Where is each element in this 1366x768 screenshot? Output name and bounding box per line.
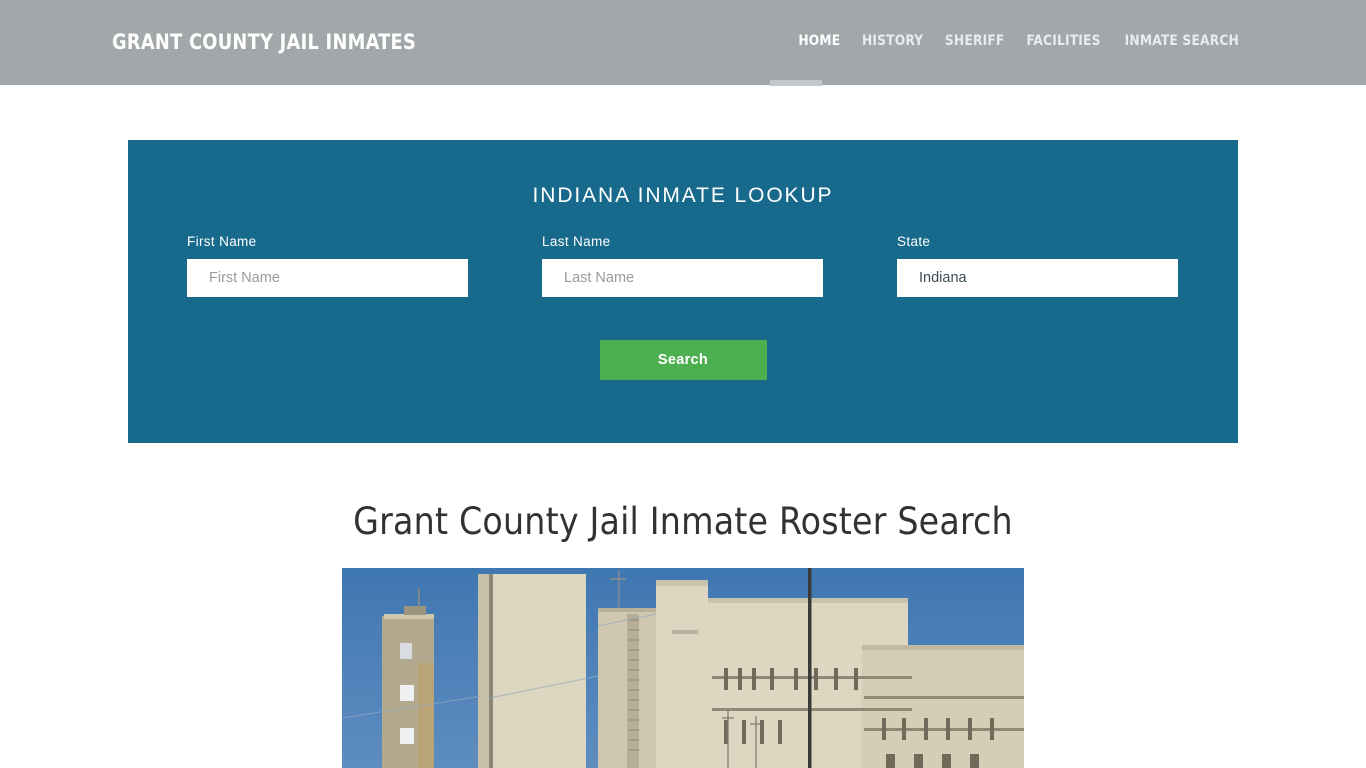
inmate-lookup-form: First Name Last Name State — [128, 234, 1238, 297]
nav-item-history[interactable]: HISTORY — [853, 33, 931, 49]
first-name-input[interactable] — [187, 259, 468, 297]
page-title: Grant County Jail Inmate Roster Search — [353, 500, 1013, 543]
jail-building-photo — [342, 568, 1024, 768]
jail-building-illustration — [342, 568, 1024, 768]
state-field-group: State — [897, 234, 1178, 297]
last-name-field-group: Last Name — [542, 234, 823, 297]
main-navigation: HOME HISTORY SHERIFF FACILITIES INMATE S… — [788, 33, 1252, 49]
site-header: GRANT COUNTY JAIL INMATES HOME HISTORY S… — [0, 0, 1366, 85]
inmate-lookup-panel: INDIANA INMATE LOOKUP First Name Last Na… — [128, 140, 1238, 443]
search-button[interactable]: Search — [599, 340, 767, 380]
first-name-field-group: First Name — [187, 234, 468, 297]
nav-item-facilities[interactable]: FACILITIES — [1018, 33, 1109, 49]
first-name-label: First Name — [187, 234, 257, 249]
state-input[interactable] — [897, 259, 1178, 297]
nav-item-sheriff[interactable]: SHERIFF — [936, 33, 1012, 49]
lookup-panel-title: INDIANA INMATE LOOKUP — [532, 184, 834, 207]
nav-item-inmate-search[interactable]: INMATE SEARCH — [1117, 33, 1248, 49]
search-button-row: Search — [128, 340, 1238, 380]
last-name-input[interactable] — [542, 259, 823, 297]
nav-item-home[interactable]: HOME — [790, 33, 849, 49]
site-brand-link[interactable]: GRANT COUNTY JAIL INMATES — [112, 30, 416, 55]
last-name-label: Last Name — [542, 234, 611, 249]
nav-active-indicator — [770, 80, 822, 86]
state-label: State — [897, 234, 931, 249]
